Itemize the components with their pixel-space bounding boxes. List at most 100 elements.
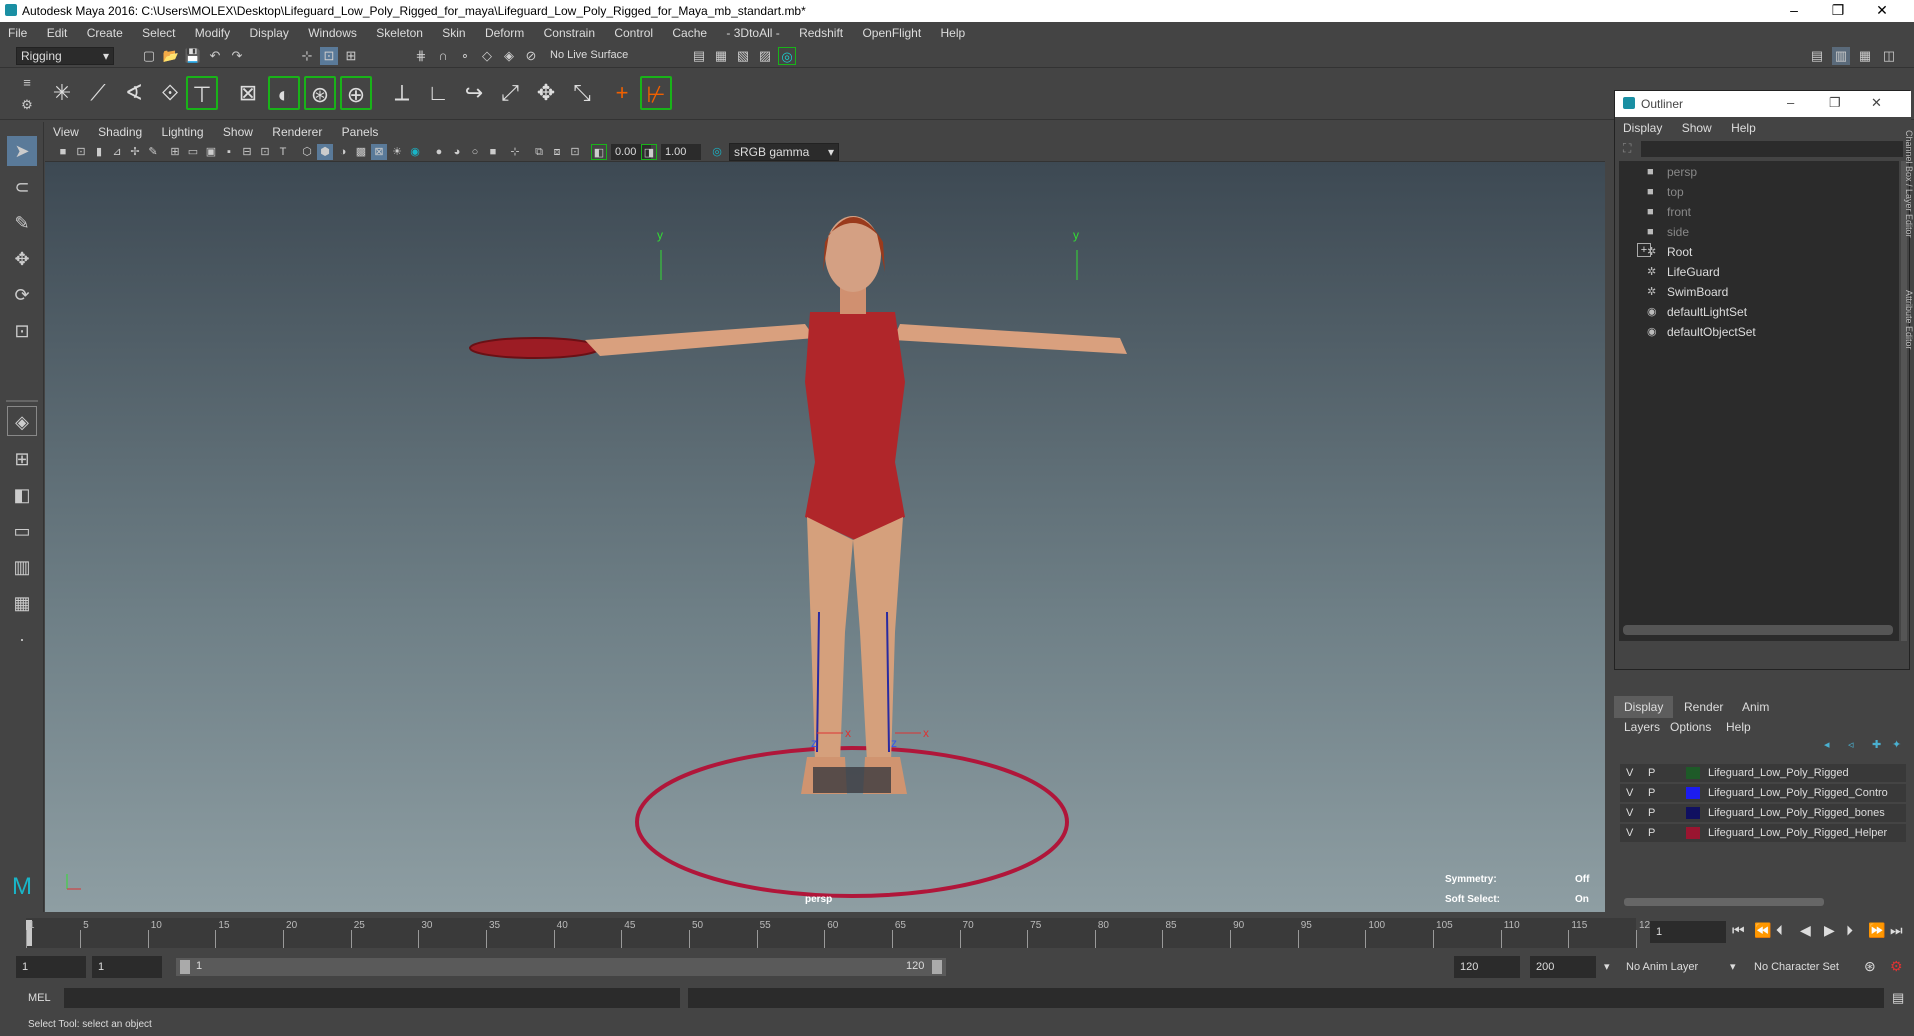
auto-key-icon[interactable]: ⊛ [1864,958,1876,975]
layer-menu-layers[interactable]: Layers [1624,720,1660,734]
minimize-button[interactable]: – [1772,0,1816,22]
script-editor-layout-icon[interactable]: ▦ [7,588,37,618]
lattice-icon[interactable]: ◐ [268,76,300,110]
menu-display[interactable]: Display [241,22,296,44]
go-to-end-icon[interactable]: ⏭ [1890,922,1903,939]
layer-visibility-toggle[interactable]: V [1626,804,1633,822]
lasso-tool-icon[interactable]: ⊂ [7,172,37,202]
new-layer-selected-icon[interactable]: ✦ [1892,738,1901,751]
aim-constraint-icon[interactable]: ↪ [458,76,490,110]
outliner-minimize-button[interactable]: – [1787,95,1794,110]
parent-constraint-icon[interactable]: ✥ [530,76,562,110]
hypershade-icon[interactable]: ◎ [778,47,796,65]
range-start-handle[interactable] [180,960,190,974]
field-chart-icon[interactable]: ⊟ [239,144,255,160]
layer-tab-display[interactable]: Display [1614,696,1674,718]
workspace-icon-2[interactable]: ▥ [1832,47,1850,65]
shelf-settings-icon[interactable]: ⚙ [18,96,36,114]
menu-control[interactable]: Control [606,22,661,44]
rotate-tool-icon[interactable]: ⟳ [7,280,37,310]
isolate-select-icon[interactable]: ⊹ [507,144,523,160]
layer-visibility-toggle[interactable]: V [1626,824,1633,842]
outliner-item-persp[interactable]: ■ persp [1647,163,1697,181]
outliner-search-input[interactable] [1641,141,1903,157]
step-back-frame-icon[interactable]: ⏴ [1776,922,1783,939]
bookmark-icon[interactable]: ▮ [91,144,107,160]
layer-playback-toggle[interactable]: P [1648,824,1655,842]
outliner-item-lifeguard[interactable]: ✲ LifeGuard [1647,263,1720,281]
layer-tab-anim[interactable]: Anim [1732,696,1779,718]
play-forward-icon[interactable]: ▶ [1824,922,1835,939]
pole-vector-icon[interactable]: ⤡ [566,76,598,110]
outliner-item-defaultlightset[interactable]: ◉ defaultLightSet [1647,303,1747,321]
exposure-icon[interactable]: ◧ [591,144,607,160]
camera-select-icon[interactable]: ■ [55,144,71,160]
film-gate-icon[interactable]: ▭ [185,144,201,160]
undo-icon[interactable]: ↶ [206,47,224,65]
depth-of-field-icon[interactable]: ■ [485,144,501,160]
character-set-dropdown[interactable]: No Character Set [1748,956,1860,978]
filter-icon[interactable]: ⛶ [1623,141,1631,156]
point-constraint-icon[interactable]: ∟ [422,76,454,110]
maximize-button[interactable]: ❐ [1816,0,1860,22]
layer-menu-help[interactable]: Help [1726,720,1751,734]
step-forward-key-icon[interactable]: ⏩ [1868,922,1885,939]
menu-3dtoall[interactable]: - 3DtoAll - [718,22,787,44]
layer-visibility-toggle[interactable]: V [1626,764,1633,782]
safe-action-icon[interactable]: ⊡ [257,144,273,160]
xray-joints-icon[interactable]: ⧉ [531,144,547,160]
viewport-menu-view[interactable]: View [45,122,87,142]
select-tool-icon[interactable]: ➤ [7,136,37,166]
snap-curve-icon[interactable]: ∩ [434,47,452,65]
anti-aliasing-icon[interactable]: ○ [467,144,483,160]
image-plane-icon[interactable]: ⊿ [109,144,125,160]
layer-playback-toggle[interactable]: P [1648,764,1655,782]
scale-constraint-icon[interactable]: ⤢ [494,76,526,110]
gate-mask-icon[interactable]: ▪ [221,144,237,160]
select-object-icon[interactable]: ⊡ [320,47,338,65]
range-end-handle[interactable] [932,960,942,974]
viewport-menu-lighting[interactable]: Lighting [154,122,212,142]
live-surface-label[interactable]: No Live Surface [550,49,628,61]
redo-icon[interactable]: ↷ [228,47,246,65]
menu-windows[interactable]: Windows [300,22,365,44]
shadows-icon[interactable]: ◉ [407,144,423,160]
viewport-menu-show[interactable]: Show [215,122,261,142]
chevron-down-icon[interactable]: ▾ [1604,960,1610,973]
ik-fk-switch-icon[interactable]: ⊬ [640,76,672,110]
layer-playback-toggle[interactable]: P [1648,804,1655,822]
save-scene-icon[interactable]: 💾 [184,47,202,65]
layer-color-swatch[interactable] [1686,767,1700,779]
menu-redshift[interactable]: Redshift [791,22,851,44]
outliner-item-defaultobjectset[interactable]: ◉ defaultObjectSet [1647,323,1756,341]
layer-row[interactable]: V P Lifeguard_Low_Poly_Rigged_Helper [1620,824,1906,842]
menu-edit[interactable]: Edit [39,22,76,44]
current-frame-field[interactable]: 1 [1650,921,1726,943]
grid-toggle-icon[interactable]: ⊞ [167,144,183,160]
command-input[interactable] [64,988,680,1008]
menu-help[interactable]: Help [933,22,974,44]
snap-grid-icon[interactable]: ⋕ [412,47,430,65]
layer-tab-render[interactable]: Render [1674,696,1733,718]
open-scene-icon[interactable]: 📂 [162,47,180,65]
color-management-icon[interactable]: ◎ [709,144,725,160]
layer-visibility-toggle[interactable]: V [1626,784,1633,802]
persp-outliner-icon[interactable]: ◧ [7,480,37,510]
perspective-viewport[interactable]: y y x x z z persp Symmetry: Off Soft Sel… [45,162,1605,912]
persp-graph-icon[interactable]: ▭ [7,516,37,546]
menu-modify[interactable]: Modify [187,22,238,44]
command-language-label[interactable]: MEL [28,992,51,1004]
workspace-icon-1[interactable]: ▤ [1808,47,1826,65]
outliner-close-button[interactable]: ✕ [1871,95,1882,111]
outliner-item-side[interactable]: ■ side [1647,223,1689,241]
outliner-item-root[interactable]: ✲ Root [1647,243,1692,261]
hud-icon[interactable]: ⊡ [567,144,583,160]
wireframe-on-shaded-icon[interactable]: ◑ [335,144,351,160]
orient-constraint-icon[interactable]: ⟂ [386,76,418,110]
locator-icon[interactable]: + [606,76,638,110]
menu-deform[interactable]: Deform [477,22,532,44]
playback-end-field[interactable]: 120 [1454,956,1520,978]
layer-row[interactable]: V P Lifeguard_Low_Poly_Rigged [1620,764,1906,782]
viewport-menu-renderer[interactable]: Renderer [264,122,330,142]
bind-skin-icon[interactable]: ⊤ [186,76,218,110]
